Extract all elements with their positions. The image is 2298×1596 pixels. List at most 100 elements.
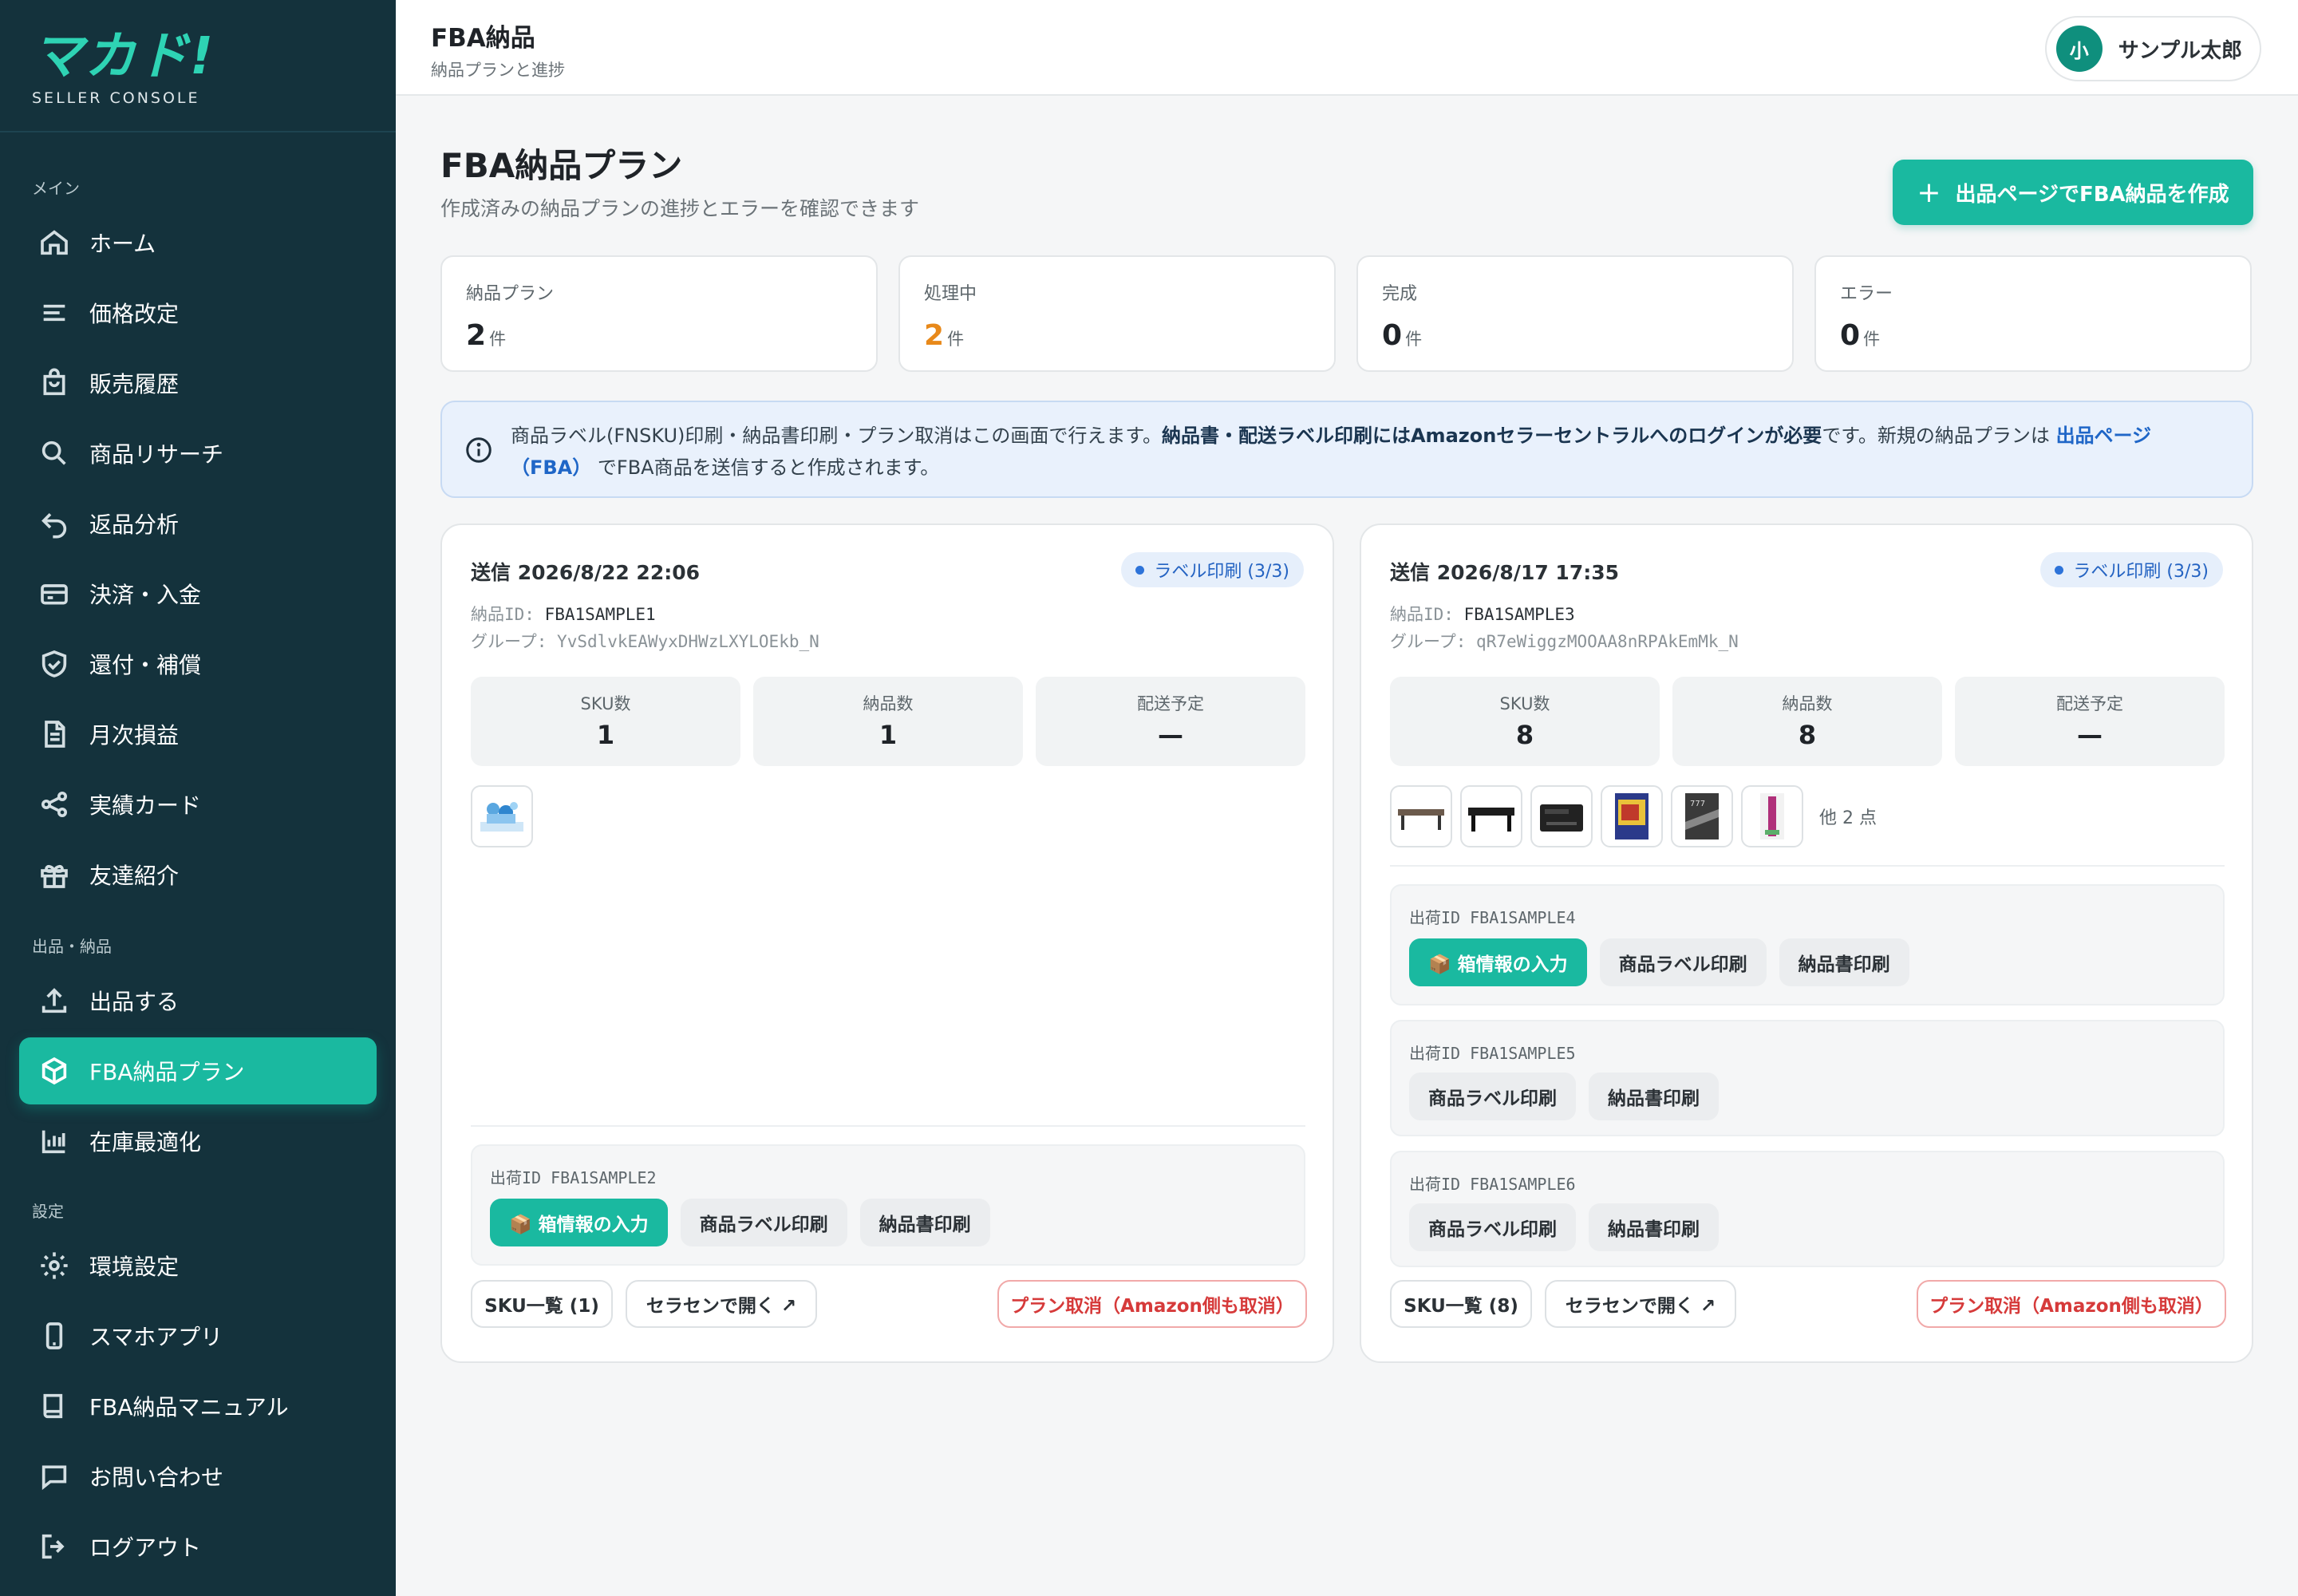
shipment-id: 出荷ID FBA1SAMPLE6 [1409, 1171, 1576, 1195]
sidebar-item-label: 友達紹介 [89, 863, 180, 889]
stat-number: 2 [924, 319, 945, 352]
sidebar-item-fba-plan[interactable]: FBA納品プラン [19, 1037, 377, 1104]
plan-id-value: FBA1SAMPLE3 [1463, 605, 1575, 624]
plan-group-value: qR7eWiggzMOOAA8nRPAkEmMk_N [1476, 632, 1739, 651]
product-thumbnail[interactable] [471, 785, 533, 847]
sidebar-divider [0, 131, 396, 132]
stat-unit: 件 [1863, 330, 1881, 349]
sku-list-button[interactable]: SKU一覧 (8) [1390, 1280, 1532, 1328]
plus-icon: + [1917, 176, 1941, 209]
sidebar-item-label: 返品分析 [89, 512, 180, 538]
shipment-id-value: FBA1SAMPLE6 [1470, 1175, 1576, 1194]
stat-value: 2件 [924, 319, 1310, 352]
sidebar-item-logout[interactable]: ログアウト [19, 1513, 377, 1580]
shipment-id-label: 出荷ID [490, 1168, 542, 1187]
product-thumbnail[interactable]: 777 [1671, 785, 1733, 847]
sidebar-item-mobile-app[interactable]: スマホアプリ [19, 1302, 377, 1369]
sidebar-item-monthly-pl[interactable]: 月次損益 [19, 701, 377, 768]
product-thumbnail[interactable] [1460, 785, 1522, 847]
quantity-label: 納品数 [1782, 694, 1833, 713]
home-icon [38, 227, 70, 259]
sidebar-item-reimbursement[interactable]: 還付・補償 [19, 630, 377, 697]
stat-label: エラー [1840, 284, 1893, 304]
status-badge-label: ラベル印刷 (3/3) [2073, 562, 2209, 582]
search-icon [38, 437, 70, 469]
print-product-label-button[interactable]: 商品ラベル印刷 [1599, 938, 1767, 986]
sidebar-item-repricing[interactable]: 価格改定 [19, 279, 377, 346]
sent-datetime: 送信 2026/8/22 22:06 [471, 561, 701, 584]
sidebar-item-payments[interactable]: 決済・入金 [19, 560, 377, 627]
quantity-value: 1 [879, 720, 898, 750]
sku-count-value: 8 [1515, 720, 1534, 750]
brand-logo[interactable]: マカド! SELLER CONSOLE [32, 29, 215, 107]
logo-subtitle: SELLER CONSOLE [32, 89, 200, 107]
status-badge-label: ラベル印刷 (3/3) [1154, 562, 1289, 582]
return-icon [38, 508, 70, 539]
status-dot-icon [1135, 565, 1145, 575]
print-packing-slip-button[interactable]: 納品書印刷 [859, 1199, 990, 1246]
shipment-actions: 📦 箱情報の入力 商品ラベル印刷 納品書印刷 [490, 1199, 1003, 1246]
shipment-id-label: 出荷ID [1409, 908, 1461, 927]
sidebar-item-sales-history[interactable]: 販売履歴 [19, 350, 377, 417]
box-info-button[interactable]: 📦 箱情報の入力 [1409, 938, 1587, 986]
ship-schedule-label: 配送予定 [1137, 694, 1204, 713]
sidebar-item-returns[interactable]: 返品分析 [19, 490, 377, 557]
quantity-value: 8 [1798, 720, 1817, 750]
plan-group: グループ: qR7eWiggzMOOAA8nRPAkEmMk_N [1390, 629, 1739, 653]
shipment-actions: 商品ラベル印刷 納品書印刷 [1409, 1073, 1731, 1120]
create-fba-button-label: 出品ページでFBA納品を作成 [1955, 182, 2229, 207]
sidebar-item-fba-manual[interactable]: FBA納品マニュアル [19, 1373, 377, 1440]
product-thumbnail[interactable] [1741, 785, 1803, 847]
sidebar-item-label: 商品リサーチ [89, 441, 224, 468]
info-icon [466, 437, 492, 463]
plan-id-label: 納品ID: [471, 605, 535, 624]
stat-number: 2 [466, 319, 487, 352]
sidebar-item-referral[interactable]: 友達紹介 [19, 841, 377, 908]
stat-card-error: エラー 0件 [1814, 255, 2252, 372]
sidebar-item-contact[interactable]: お問い合わせ [19, 1443, 377, 1510]
product-thumbnail[interactable] [1390, 785, 1452, 847]
sidebar-item-research[interactable]: 商品リサーチ [19, 420, 377, 487]
sidebar-item-label: 価格改定 [89, 301, 180, 327]
sidebar-item-achievement-card[interactable]: 実績カード [19, 771, 377, 838]
chat-icon [38, 1460, 70, 1492]
open-seller-central-button[interactable]: セラセンで開く ↗ [626, 1280, 817, 1328]
print-packing-slip-button[interactable]: 納品書印刷 [1589, 1203, 1719, 1251]
product-thumbnail[interactable] [1601, 785, 1663, 847]
product-thumbnail[interactable] [1530, 785, 1593, 847]
open-seller-central-button[interactable]: セラセンで開く ↗ [1545, 1280, 1736, 1328]
shipment-id-value: FBA1SAMPLE4 [1470, 908, 1576, 927]
print-product-label-button[interactable]: 商品ラベル印刷 [680, 1199, 847, 1246]
print-product-label-button[interactable]: 商品ラベル印刷 [1409, 1073, 1576, 1120]
print-packing-slip-button[interactable]: 納品書印刷 [1779, 938, 1909, 986]
box-info-button[interactable]: 📦 箱情報の入力 [490, 1199, 668, 1246]
sku-count: SKU数 1 [471, 677, 740, 766]
cancel-plan-button[interactable]: プラン取消（Amazon側も取消） [1917, 1280, 2226, 1328]
stat-value: 0件 [1382, 319, 1768, 352]
plan-card: 送信 2026/8/22 22:06 ラベル印刷 (3/3) 納品ID: FBA… [440, 523, 1334, 1363]
sidebar-item-settings[interactable]: 環境設定 [19, 1232, 377, 1299]
user-name: サンプル太郎 [2118, 38, 2242, 63]
shipment-id-value: FBA1SAMPLE2 [551, 1168, 657, 1187]
sidebar-item-inventory[interactable]: 在庫最適化 [19, 1108, 377, 1175]
sku-count: SKU数 8 [1390, 677, 1660, 766]
gear-icon [38, 1250, 70, 1282]
sku-list-button[interactable]: SKU一覧 (1) [471, 1280, 613, 1328]
ship-schedule-label: 配送予定 [2056, 694, 2123, 713]
info-bold-text: 納品書・配送ラベル印刷にはAmazonセラーセントラルへのログインが必要 [1161, 425, 1822, 447]
plan-group: グループ: YvSdlvkEAWyxDHWzLXYLOEkb_N [471, 629, 819, 653]
cancel-plan-button[interactable]: プラン取消（Amazon側も取消） [997, 1280, 1307, 1328]
top-bar: FBA納品 納品プランと進捗 小 サンプル太郎 [396, 0, 2298, 96]
header-title: FBA納品 [431, 24, 535, 53]
create-fba-button[interactable]: + 出品ページでFBA納品を作成 [1893, 160, 2253, 225]
print-product-label-button[interactable]: 商品ラベル印刷 [1409, 1203, 1576, 1251]
shipment-actions: 商品ラベル印刷 納品書印刷 [1409, 1203, 1731, 1251]
book-icon [38, 1390, 70, 1422]
shipment-id-value: FBA1SAMPLE5 [1470, 1044, 1576, 1063]
print-packing-slip-button[interactable]: 納品書印刷 [1589, 1073, 1719, 1120]
sidebar-item-listing[interactable]: 出品する [19, 967, 377, 1034]
sidebar-item-home[interactable]: ホーム [19, 209, 377, 276]
user-menu[interactable]: 小 サンプル太郎 [2044, 16, 2261, 81]
info-text: 商品ラベル(FNSKU)印刷・納品書印刷・プラン取消はこの画面で行えます。 [511, 425, 1162, 447]
svg-text:777: 777 [1690, 800, 1705, 808]
